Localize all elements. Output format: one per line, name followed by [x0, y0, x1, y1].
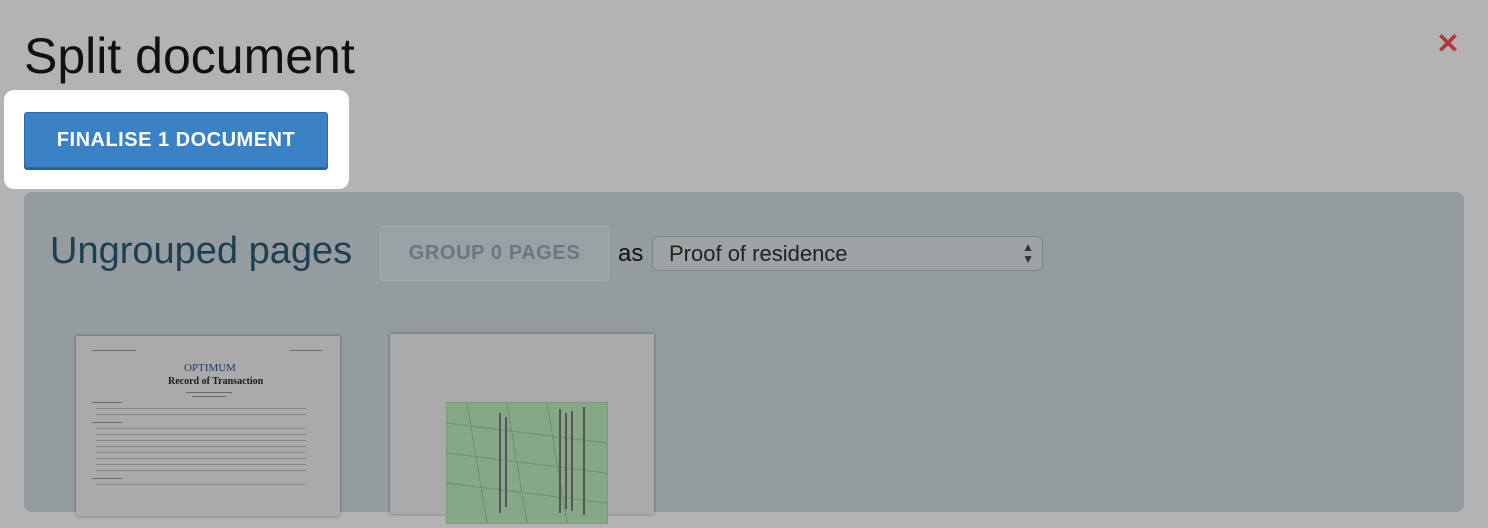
finalise-button[interactable]: FINALISE 1 DOCUMENT: [24, 112, 328, 168]
thumbnail-heading: Record of Transaction: [168, 376, 264, 387]
ungrouped-pages-panel: Ungrouped pages GROUP 0 PAGES as Proof o…: [24, 192, 1464, 524]
close-icon[interactable]: ✕: [1434, 30, 1462, 58]
page-title: Split document: [24, 28, 355, 84]
group-pages-button[interactable]: GROUP 0 PAGES: [380, 226, 609, 281]
document-type-selected: Proof of residence: [669, 241, 848, 266]
ungrouped-pages-title: Ungrouped pages: [50, 230, 353, 272]
page-thumbnail-2[interactable]: [390, 334, 654, 524]
page-thumbnail-1[interactable]: OPTIMUM Record of Transaction: [76, 336, 340, 516]
id-card-image: [446, 402, 608, 524]
document-type-select[interactable]: Proof of residence ▲ ▼: [652, 236, 1043, 271]
thumbnail-logo: OPTIMUM: [184, 362, 236, 374]
as-label: as: [618, 240, 644, 267]
select-arrows-icon: ▲ ▼: [1022, 240, 1034, 266]
